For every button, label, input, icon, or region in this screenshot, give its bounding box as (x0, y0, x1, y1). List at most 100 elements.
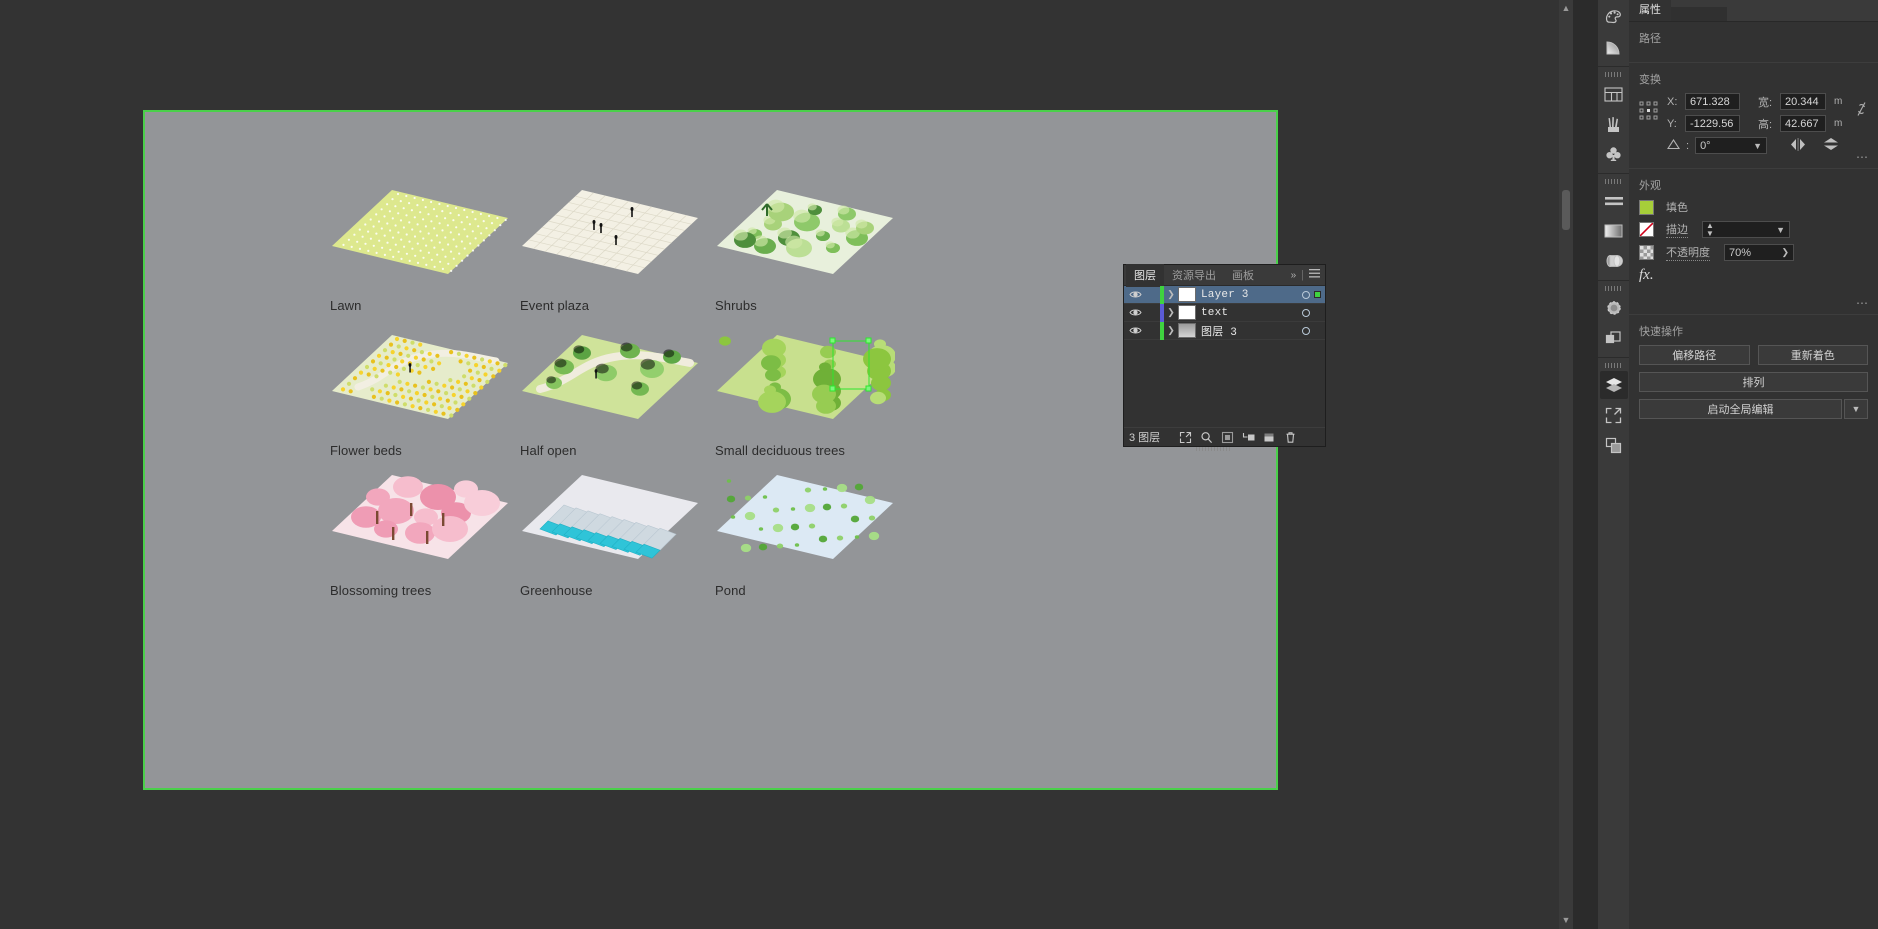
layer-target-controls[interactable] (1302, 290, 1325, 299)
transform-section-title: 变换 (1639, 74, 1661, 86)
align-icon[interactable] (1600, 187, 1628, 215)
create-new-layer-icon[interactable] (1260, 429, 1279, 446)
layer-visibility-toggle[interactable] (1124, 308, 1146, 317)
properties-panel[interactable]: 属性 路径 变换 X: 671.328 宽: 20.344 m Y: -1229… (1629, 0, 1878, 929)
flower-beds-tile[interactable] (330, 327, 540, 437)
layer-name[interactable]: Layer 3 (1201, 289, 1249, 301)
arrange-button[interactable]: 排列 (1639, 372, 1868, 392)
tab-artboards[interactable]: 画板 (1224, 264, 1262, 287)
opacity-value[interactable]: 70% (1725, 247, 1777, 259)
broken-link-icon[interactable] (1855, 101, 1868, 120)
rail-drag-grip-3[interactable] (1604, 286, 1623, 291)
3d-materials-icon[interactable] (1600, 247, 1628, 275)
rail-drag-grip-2[interactable] (1604, 179, 1623, 184)
brushes-icon[interactable] (1600, 110, 1628, 138)
pathfinder-icon[interactable] (1600, 324, 1628, 352)
layer-name[interactable]: 图层 3 (1201, 323, 1237, 339)
color-wheel-icon[interactable] (1600, 3, 1628, 31)
layers-panel[interactable]: 图层 资源导出 画板 » | ❯ Layer 3 ❯ text ❯ 图层 3 3 图层 (1123, 263, 1326, 451)
tab-layers[interactable]: 图层 (1126, 263, 1164, 287)
opacity-field[interactable]: 70% ❯ (1724, 244, 1794, 261)
tile-cell[interactable]: Pond (715, 467, 965, 598)
symbols-icon[interactable] (1600, 140, 1628, 168)
event-plaza-tile[interactable] (520, 182, 730, 292)
recolor-button[interactable]: 重新着色 (1757, 345, 1868, 365)
panel-menu-icon[interactable] (1309, 269, 1320, 281)
global-edit-dropdown-button[interactable]: ▼ (1844, 399, 1868, 419)
reference-point-icon[interactable] (1639, 101, 1659, 124)
layer-visibility-toggle[interactable] (1124, 290, 1146, 299)
rail-drag-grip-4[interactable] (1604, 363, 1623, 368)
transform-h-input[interactable] (1780, 115, 1826, 132)
shrubs-tile[interactable] (715, 182, 925, 292)
layer-target-controls[interactable] (1302, 326, 1325, 335)
tile-cell[interactable]: Small deciduous trees (715, 327, 965, 458)
scroll-up-arrow[interactable]: ▲ (1559, 3, 1573, 13)
locate-object-icon[interactable] (1176, 429, 1195, 446)
no-stroke-icon[interactable] (1639, 222, 1654, 237)
start-global-edit-button[interactable]: 启动全局编辑 (1639, 399, 1842, 419)
gradient-panel-icon[interactable] (1600, 217, 1628, 245)
layer-target-ring-icon[interactable] (1302, 308, 1310, 317)
rail-drag-grip[interactable] (1604, 72, 1623, 77)
stroke-weight-field[interactable]: ▲ ▼ ▼ (1702, 221, 1790, 238)
layer-name[interactable]: text (1201, 307, 1228, 319)
half-open-tile[interactable] (520, 327, 730, 437)
rotation-angle-select[interactable]: 0° ▼ (1695, 137, 1768, 154)
panel-icon-rail[interactable] (1597, 0, 1629, 929)
chevron-down-icon[interactable]: ▼ (1749, 141, 1766, 151)
gradient-wedge-icon[interactable] (1600, 33, 1628, 61)
layer-target-controls[interactable] (1302, 308, 1325, 317)
fx-icon[interactable]: fx. (1639, 267, 1654, 284)
layer-expand-toggle[interactable]: ❯ (1164, 289, 1178, 300)
stroke-chevron-down-icon[interactable]: ▼ (1772, 225, 1789, 235)
layer-target-ring-icon[interactable] (1302, 290, 1310, 299)
layers-icon[interactable] (1599, 371, 1628, 399)
layers-panel-resize-grip[interactable] (1196, 447, 1232, 451)
canvas-vertical-scrollbar[interactable]: ▲ ▼ (1559, 0, 1573, 929)
layer-expand-toggle[interactable]: ❯ (1164, 325, 1178, 336)
fill-color-swatch[interactable] (1639, 199, 1654, 215)
small-deciduous-trees-tile[interactable] (715, 327, 925, 437)
create-sublayer-icon[interactable] (1239, 429, 1258, 446)
flip-vertical-icon[interactable] (1823, 137, 1839, 154)
opacity-expand-icon[interactable]: ❯ (1777, 247, 1793, 258)
appearance-more-options-icon[interactable]: ⋯ (1856, 296, 1870, 310)
layer-visibility-toggle[interactable] (1124, 326, 1146, 335)
layer-row[interactable]: ❯ text (1124, 303, 1325, 322)
search-layer-icon[interactable] (1197, 429, 1216, 446)
tile-cell[interactable]: Shrubs (715, 182, 965, 313)
tab-asset-export[interactable]: 资源导出 (1164, 264, 1224, 287)
artboard[interactable]: Lawn Event plaza Shrubs Flower beds Half ope… (143, 110, 1278, 790)
layer-row[interactable]: ❯ Layer 3 (1124, 285, 1325, 304)
tile-label: Shrubs (715, 298, 757, 313)
canvas-workspace[interactable]: Lawn Event plaza Shrubs Flower beds Half ope… (0, 0, 1573, 929)
artboards-icon[interactable] (1600, 80, 1628, 108)
blossoming-trees-tile[interactable] (330, 467, 540, 577)
make-clipping-mask-icon[interactable] (1218, 429, 1237, 446)
offset-path-button[interactable]: 偏移路径 (1639, 345, 1750, 365)
tab-properties[interactable]: 属性 (1629, 0, 1671, 21)
stepper-icon[interactable]: ▲ ▼ (1703, 221, 1717, 238)
double-chevron-right-icon[interactable]: » (1291, 270, 1297, 281)
transform-more-options-icon[interactable]: ⋯ (1856, 150, 1870, 164)
lawn-tile[interactable] (330, 182, 540, 292)
scroll-down-arrow[interactable]: ▼ (1559, 915, 1573, 925)
transform-w-input[interactable] (1780, 93, 1826, 110)
pond-tile[interactable] (715, 467, 925, 577)
asset-export-icon[interactable] (1600, 401, 1628, 429)
tab-secondary[interactable] (1671, 7, 1727, 21)
fx-row[interactable]: fx. (1639, 267, 1868, 284)
layer-target-ring-icon[interactable] (1302, 326, 1310, 335)
delete-layer-icon[interactable] (1281, 429, 1300, 446)
greenhouse-tile[interactable] (520, 467, 730, 577)
canvas-scroll-thumb[interactable] (1562, 190, 1570, 230)
transform-x-input[interactable] (1685, 93, 1740, 110)
artboard-panel-icon[interactable] (1600, 431, 1628, 459)
rail-group-color (1598, 0, 1629, 67)
transform-y-input[interactable] (1685, 115, 1740, 132)
appearance-icon[interactable] (1600, 294, 1628, 322)
layer-expand-toggle[interactable]: ❯ (1164, 307, 1178, 318)
flip-horizontal-icon[interactable] (1789, 137, 1807, 154)
layer-row[interactable]: ❯ 图层 3 (1124, 321, 1325, 340)
